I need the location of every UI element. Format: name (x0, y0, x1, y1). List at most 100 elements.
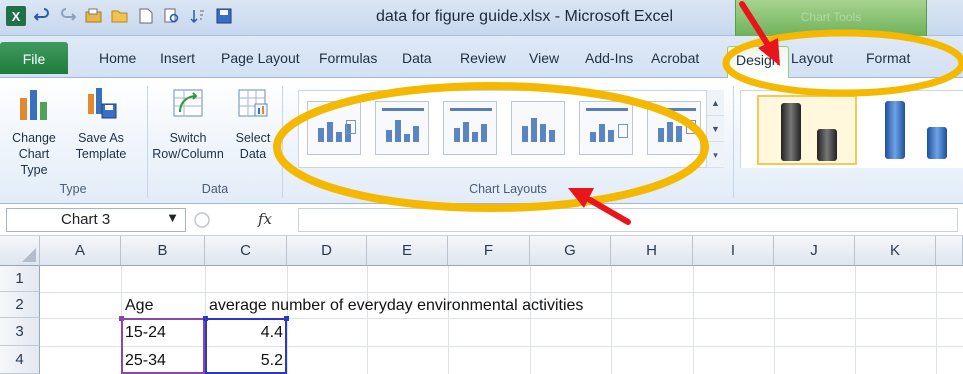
worksheet-grid: A B C D E F G H I J K 1 2 3 4 Age averag… (0, 236, 963, 374)
change-chart-type-label-2: Chart Type (18, 147, 50, 177)
cell-b2[interactable]: Age (121, 295, 157, 315)
excel-app-icon[interactable]: X (6, 6, 26, 26)
select-all-corner[interactable] (0, 236, 40, 266)
group-label-type: Type (59, 182, 87, 196)
save-as-template-label-2: Template (75, 147, 127, 161)
tab-design[interactable]: Design (727, 46, 789, 78)
tab-home[interactable]: Home (99, 50, 136, 66)
range-handle[interactable] (203, 316, 208, 321)
gridline (693, 266, 694, 374)
folder-icon[interactable] (110, 6, 130, 26)
redo-icon[interactable] (58, 6, 78, 26)
select-data-icon (238, 89, 268, 117)
chart-style-2[interactable] (865, 95, 963, 165)
tab-format[interactable]: Format (866, 50, 910, 66)
col-header-partial (936, 236, 963, 266)
chart-layouts-gallery (298, 90, 718, 168)
print-preview-icon[interactable] (162, 6, 182, 26)
chart-layout-2[interactable] (375, 101, 429, 155)
ribbon-tabs: File Home Insert Page Layout Formulas Da… (0, 36, 963, 78)
group-label-data: Data (201, 182, 229, 196)
tab-view[interactable]: View (529, 50, 559, 66)
tab-add-ins[interactable]: Add-Ins (585, 50, 633, 66)
formula-input[interactable] (298, 208, 958, 232)
col-header-i[interactable]: I (693, 236, 774, 266)
chart-type-icon (20, 90, 47, 120)
group-separator (733, 86, 734, 198)
save-as-template-label-1: Save As (78, 131, 124, 145)
chart-styles-gallery (740, 90, 963, 168)
scroll-down-icon[interactable]: ▼ (707, 116, 724, 142)
select-data-button[interactable]: Select Data (230, 86, 276, 162)
cancel-circle-icon (194, 212, 210, 228)
undo-icon[interactable] (32, 6, 52, 26)
change-chart-type-label-1: Change (12, 131, 56, 145)
group-separator (282, 86, 283, 198)
sort-icon[interactable] (188, 6, 208, 26)
col-header-g[interactable]: G (530, 236, 611, 266)
save-icon[interactable] (214, 6, 234, 26)
chart-layout-3[interactable] (443, 101, 497, 155)
chart-tools-label: Chart Tools (800, 10, 862, 24)
range-handle[interactable] (284, 316, 289, 321)
gallery-more-icon[interactable]: ▾ (707, 142, 724, 168)
col-header-a[interactable]: A (40, 236, 121, 266)
tab-data[interactable]: Data (402, 50, 432, 66)
scroll-up-icon[interactable]: ▲ (707, 90, 724, 116)
gridline (448, 266, 449, 374)
chart-tools-context-header: Chart Tools (735, 0, 927, 36)
switch-row-column-button[interactable]: Switch Row/Column (150, 86, 226, 162)
col-header-c[interactable]: C (205, 236, 287, 266)
tab-file[interactable]: File (0, 42, 68, 74)
name-box[interactable]: Chart 3 ▼ (6, 208, 186, 232)
col-header-j[interactable]: J (774, 236, 855, 266)
col-header-k[interactable]: K (855, 236, 936, 266)
tab-insert[interactable]: Insert (160, 50, 195, 66)
row-header-2[interactable]: 2 (0, 292, 40, 318)
gridline (530, 266, 531, 374)
change-chart-type-button[interactable]: Change Chart Type (6, 86, 62, 178)
name-box-value: Chart 3 (61, 211, 111, 228)
tab-acrobat[interactable]: Acrobat (651, 50, 699, 66)
gridline (936, 266, 937, 374)
ribbon-design-panel: Change Chart Type Save As Template Type … (0, 78, 963, 204)
chart-layout-6[interactable] (647, 101, 701, 155)
col-header-d[interactable]: D (287, 236, 367, 266)
col-header-e[interactable]: E (367, 236, 448, 266)
new-icon[interactable] (136, 6, 156, 26)
group-separator (147, 86, 148, 198)
chart-layout-5[interactable] (579, 101, 633, 155)
chart-style-1[interactable] (757, 95, 857, 165)
gridline (40, 292, 963, 293)
col-header-h[interactable]: H (611, 236, 693, 266)
values-range-highlight (205, 318, 287, 374)
gridline (774, 266, 775, 374)
cell-c2[interactable]: average number of everyday environmental… (205, 295, 587, 315)
chevron-down-icon[interactable]: ▼ (166, 210, 179, 225)
col-header-b[interactable]: B (121, 236, 205, 266)
switch-row-column-label-1: Switch (169, 131, 207, 145)
chart-layout-1[interactable] (307, 101, 361, 155)
switch-row-column-label-2: Row/Column (152, 147, 224, 161)
tab-page-layout[interactable]: Page Layout (221, 50, 300, 66)
select-data-label-1: Select (235, 131, 271, 145)
chart-layout-4[interactable] (511, 101, 565, 155)
save-as-template-button[interactable]: Save As Template (64, 86, 138, 162)
col-header-f[interactable]: F (448, 236, 530, 266)
tab-formulas[interactable]: Formulas (319, 50, 377, 66)
row-header-3[interactable]: 3 (0, 318, 40, 346)
save-template-icon (88, 88, 117, 119)
group-label-chart-layouts: Chart Layouts (469, 182, 547, 196)
layouts-gallery-scroll[interactable]: ▲ ▼ ▾ (706, 90, 724, 168)
open-icon[interactable] (84, 6, 104, 26)
gridline (855, 266, 856, 374)
formula-bar: Chart 3 ▼ fx (0, 204, 963, 236)
insert-function-icon[interactable]: fx (258, 210, 272, 228)
select-data-label-2: Data (239, 147, 267, 161)
range-handle[interactable] (119, 316, 124, 321)
tab-layout[interactable]: Layout (791, 50, 833, 66)
row-header-4[interactable]: 4 (0, 346, 40, 374)
row-header-1[interactable]: 1 (0, 266, 40, 292)
tab-review[interactable]: Review (460, 50, 506, 66)
quick-access-toolbar: X (6, 6, 234, 26)
